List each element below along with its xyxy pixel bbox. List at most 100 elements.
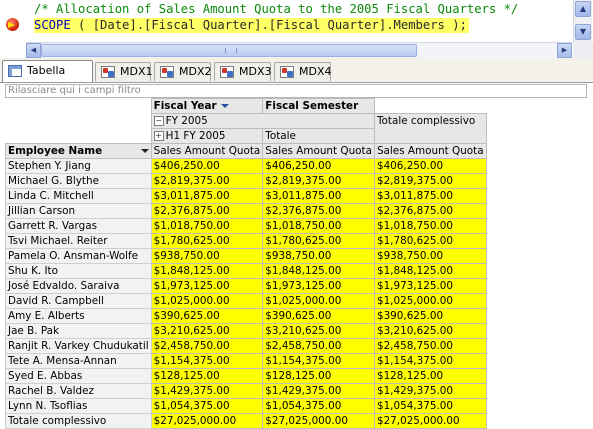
- sales-quota-cell[interactable]: $1,054,375.00: [262, 398, 375, 414]
- tab-mdx1[interactable]: MDX1: [95, 62, 153, 81]
- sales-quota-cell[interactable]: $1,429,375.00: [373, 383, 487, 399]
- employee-name[interactable]: Stephen Y. Jiang: [5, 158, 152, 174]
- sales-quota-cell[interactable]: $1,154,375.00: [262, 353, 375, 369]
- sales-quota-cell[interactable]: $938,750.00: [150, 248, 264, 264]
- sales-quota-cell[interactable]: $1,025,000.00: [150, 293, 264, 309]
- employee-name[interactable]: Lynn N. Tsoflias: [5, 398, 152, 414]
- sales-quota-cell[interactable]: $1,018,750.00: [262, 218, 375, 234]
- subtotal-column-header: Totale: [262, 128, 375, 144]
- employee-name[interactable]: Amy E. Alberts: [5, 308, 152, 324]
- employee-name[interactable]: Ranjit R. Varkey Chudukatil: [5, 338, 152, 354]
- sales-quota-cell[interactable]: $3,011,875.00: [373, 188, 487, 204]
- sales-quota-cell[interactable]: $128,125.00: [373, 368, 487, 384]
- horizontal-scroll-thumb[interactable]: [41, 44, 417, 57]
- scroll-down-button[interactable]: ▼: [575, 24, 591, 40]
- sales-quota-cell[interactable]: $1,054,375.00: [373, 398, 487, 414]
- editor-horizontal-scrollbar[interactable]: ◀ ▶: [26, 42, 572, 58]
- sales-quota-cell[interactable]: $406,250.00: [262, 158, 375, 174]
- sales-quota-cell[interactable]: $128,125.00: [150, 368, 264, 384]
- sales-quota-cell[interactable]: $2,376,875.00: [150, 203, 264, 219]
- employee-name[interactable]: Shu K. Ito: [5, 263, 152, 279]
- code-comment-line[interactable]: /* Allocation of Sales Amount Quota to t…: [34, 2, 518, 17]
- sales-quota-cell[interactable]: $2,819,375.00: [373, 173, 487, 189]
- sales-quota-cell[interactable]: $1,973,125.00: [373, 278, 487, 294]
- tab-mdx2[interactable]: MDX2: [154, 62, 212, 81]
- sales-quota-cell[interactable]: $1,154,375.00: [373, 353, 487, 369]
- employee-name[interactable]: Pamela O. Ansman-Wolfe: [5, 248, 152, 264]
- employee-name[interactable]: Jae B. Pak: [5, 323, 152, 339]
- sales-quota-cell[interactable]: $27,025,000.00: [373, 413, 487, 429]
- scroll-up-button[interactable]: ▲: [575, 1, 591, 17]
- scroll-right-button[interactable]: ▶: [557, 43, 572, 58]
- sales-quota-cell[interactable]: $1,429,375.00: [262, 383, 375, 399]
- sales-quota-cell[interactable]: $1,018,750.00: [150, 218, 264, 234]
- member-h1-fy-2005[interactable]: + H1 FY 2005: [150, 128, 264, 144]
- employee-name[interactable]: Jillian Carson: [5, 203, 152, 219]
- sales-quota-cell[interactable]: $3,210,625.00: [150, 323, 264, 339]
- sales-quota-cell[interactable]: $2,458,750.00: [150, 338, 264, 354]
- sales-quota-cell[interactable]: $406,250.00: [373, 158, 487, 174]
- employee-name[interactable]: David R. Campbell: [5, 293, 152, 309]
- employee-name[interactable]: Garrett R. Vargas: [5, 218, 152, 234]
- sales-quota-cell[interactable]: $1,973,125.00: [262, 278, 375, 294]
- row-field-employee-name[interactable]: Employee Name: [5, 143, 152, 159]
- editor-vertical-scrollbar[interactable]: ▲ ▼: [573, 0, 592, 42]
- sales-quota-cell[interactable]: $2,819,375.00: [150, 173, 264, 189]
- expand-icon[interactable]: +: [153, 131, 164, 141]
- grand-total-label[interactable]: Totale complessivo: [5, 413, 152, 429]
- dropdown-arrow-icon[interactable]: [220, 104, 229, 108]
- table-row: Ranjit R. Varkey Chudukatil $2,458,750.00…: [5, 338, 487, 354]
- employee-name[interactable]: Rachel B. Valdez: [5, 383, 152, 399]
- sales-quota-cell[interactable]: $2,458,750.00: [373, 338, 487, 354]
- editor-gutter[interactable]: [0, 0, 26, 42]
- sales-quota-cell[interactable]: $406,250.00: [150, 158, 264, 174]
- scroll-left-button[interactable]: ◀: [26, 43, 41, 58]
- filter-drop-zone[interactable]: Rilasciare qui i campi filtro: [5, 84, 587, 98]
- sales-quota-cell[interactable]: $1,780,625.00: [373, 233, 487, 249]
- code-scope-line[interactable]: SCOPE ( [Date].[Fiscal Quarter].[Fiscal …: [34, 18, 469, 33]
- sales-quota-cell[interactable]: $390,625.00: [262, 308, 375, 324]
- sales-quota-cell[interactable]: $3,011,875.00: [150, 188, 264, 204]
- employee-name[interactable]: Syed E. Abbas: [5, 368, 152, 384]
- sales-quota-cell[interactable]: $27,025,000.00: [262, 413, 375, 429]
- sales-quota-cell[interactable]: $938,750.00: [262, 248, 375, 264]
- sales-quota-cell[interactable]: $128,125.00: [262, 368, 375, 384]
- employee-name[interactable]: José Edvaldo. Saraiva: [5, 278, 152, 294]
- column-field-fiscal-semester[interactable]: Fiscal Semester: [262, 98, 375, 114]
- sales-quota-cell[interactable]: $3,210,625.00: [373, 323, 487, 339]
- sales-quota-cell[interactable]: $1,848,125.00: [150, 263, 264, 279]
- member-fy-2005[interactable]: − FY 2005: [150, 113, 375, 129]
- sales-quota-cell[interactable]: $1,054,375.00: [150, 398, 264, 414]
- sales-quota-cell[interactable]: $1,429,375.00: [150, 383, 264, 399]
- sales-quota-cell[interactable]: $3,210,625.00: [262, 323, 375, 339]
- sales-quota-cell[interactable]: $1,780,625.00: [262, 233, 375, 249]
- sales-quota-cell[interactable]: $2,458,750.00: [262, 338, 375, 354]
- column-field-fiscal-year[interactable]: Fiscal Year: [150, 98, 264, 114]
- sales-quota-cell[interactable]: $1,025,000.00: [262, 293, 375, 309]
- sales-quota-cell[interactable]: $27,025,000.00: [150, 413, 264, 429]
- sales-quota-cell[interactable]: $1,025,000.00: [373, 293, 487, 309]
- mdx-script-editor[interactable]: /* Allocation of Sales Amount Quota to t…: [0, 0, 593, 42]
- sales-quota-cell[interactable]: $2,819,375.00: [262, 173, 375, 189]
- employee-name[interactable]: Linda C. Mitchell: [5, 188, 152, 204]
- sales-quota-cell[interactable]: $1,154,375.00: [150, 353, 264, 369]
- sales-quota-cell[interactable]: $3,011,875.00: [262, 188, 375, 204]
- tab-tabella-pivot[interactable]: Tabella pivot: [2, 60, 93, 97]
- sales-quota-cell[interactable]: $938,750.00: [373, 248, 487, 264]
- dropdown-arrow-icon[interactable]: [140, 149, 149, 153]
- sales-quota-cell[interactable]: $2,376,875.00: [373, 203, 487, 219]
- tab-mdx3[interactable]: MDX3: [214, 62, 272, 81]
- sales-quota-cell[interactable]: $1,848,125.00: [373, 263, 487, 279]
- employee-name[interactable]: Michael G. Blythe: [5, 173, 152, 189]
- sales-quota-cell[interactable]: $1,018,750.00: [373, 218, 487, 234]
- sales-quota-cell[interactable]: $1,780,625.00: [150, 233, 264, 249]
- sales-quota-cell[interactable]: $390,625.00: [150, 308, 264, 324]
- tab-mdx4[interactable]: MDX4: [274, 62, 332, 81]
- sales-quota-cell[interactable]: $2,376,875.00: [262, 203, 375, 219]
- employee-name[interactable]: Tete A. Mensa-Annan: [5, 353, 152, 369]
- sales-quota-cell[interactable]: $1,848,125.00: [262, 263, 375, 279]
- sales-quota-cell[interactable]: $1,973,125.00: [150, 278, 264, 294]
- sales-quota-cell[interactable]: $390,625.00: [373, 308, 487, 324]
- employee-name[interactable]: Tsvi Michael. Reiter: [5, 233, 152, 249]
- collapse-icon[interactable]: −: [153, 116, 164, 126]
